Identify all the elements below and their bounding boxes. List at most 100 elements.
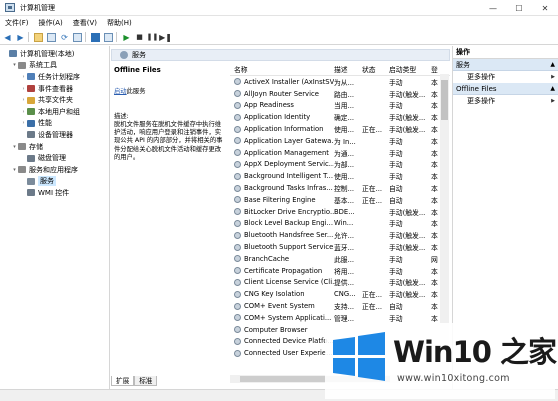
up-folder-icon[interactable] bbox=[33, 32, 44, 43]
service-row[interactable]: Bluetooth Support Service 蓝牙... 手动(触发... 本 bbox=[230, 241, 450, 253]
service-row[interactable]: Bluetooth Handsfree Ser... 允许... 手动(触发... 本 bbox=[230, 229, 450, 241]
menu-file[interactable]: 文件(F) bbox=[0, 16, 34, 30]
service-status: 正在... bbox=[362, 303, 383, 312]
service-description: 使用... bbox=[334, 126, 355, 135]
vertical-scroll-thumb[interactable] bbox=[441, 80, 448, 120]
action-more-actions[interactable]: 更多操作 ▶ bbox=[453, 95, 558, 107]
tree-item[interactable]: › 任务计划程序 bbox=[0, 71, 109, 83]
service-row[interactable]: AppX Deployment Servic... 为部... 手动本 bbox=[230, 159, 450, 171]
tree-item[interactable]: ▾ 服务和应用程序 bbox=[0, 164, 109, 176]
service-row[interactable]: Base Filtering Engine 基本... 正在... 自动本 bbox=[230, 194, 450, 206]
column-startup-type[interactable]: 启动类型 bbox=[389, 64, 431, 74]
service-row[interactable]: Certificate Propagation 将用... 手动本 bbox=[230, 265, 450, 277]
chevron-down-icon[interactable]: ▾ bbox=[11, 167, 18, 173]
service-name: Client License Service (Cli... bbox=[244, 278, 334, 287]
service-description: 提供... bbox=[334, 279, 355, 288]
chevron-right-icon[interactable]: › bbox=[20, 97, 27, 103]
tree-item[interactable]: › 共享文件夹 bbox=[0, 94, 109, 106]
service-row[interactable]: Client License Service (Cli... 提供... 手动(触发… bbox=[230, 277, 450, 289]
start-service-link[interactable]: 启动 bbox=[114, 88, 127, 95]
export-list-icon[interactable] bbox=[72, 32, 83, 43]
service-row[interactable]: BitLocker Drive Encryptio... BDE... 手动(触发.… bbox=[230, 206, 450, 218]
watermark-url: www.win10xitong.com bbox=[397, 373, 510, 384]
service-description: 将用... bbox=[334, 267, 355, 276]
description-text: 脱机文件服务在脱机文件缓存中执行维护活动，响应用户登录和注销事件，实现公共 AP… bbox=[114, 120, 223, 162]
service-row[interactable]: Background Tasks Infras... 控制... 正在... 自动本 bbox=[230, 182, 450, 194]
service-description: 为 In... bbox=[334, 137, 356, 146]
service-row[interactable]: Block Level Backup Engi... Win... 手动本 bbox=[230, 218, 450, 230]
close-button[interactable]: ✕ bbox=[532, 0, 558, 16]
service-name-cell: Connected Device Platfo... bbox=[230, 337, 334, 345]
tree-item[interactable]: › 本地用户和组 bbox=[0, 106, 109, 118]
tree-item[interactable]: 磁盘管理 bbox=[0, 152, 109, 164]
service-row[interactable]: COM+ Event System 支持... 正在... 自动本 bbox=[230, 300, 450, 312]
refresh-icon[interactable]: ⟳ bbox=[59, 32, 70, 43]
stop-service-icon[interactable]: ■ bbox=[134, 32, 145, 43]
service-row[interactable]: ActiveX Installer (AxInstSV) 为从... 手动本 bbox=[230, 76, 450, 88]
service-gear-icon bbox=[234, 90, 241, 98]
chevron-right-icon[interactable]: › bbox=[20, 74, 27, 80]
actions-section-offline-files[interactable]: Offline Files ▲ bbox=[453, 83, 558, 95]
service-row[interactable]: COM+ System Applicati... 管理... 手动本 bbox=[230, 312, 450, 324]
forward-arrow-icon[interactable]: ▶ bbox=[15, 32, 26, 43]
service-startup-type: 手动 bbox=[389, 267, 403, 276]
service-row[interactable]: AllJoyn Router Service 路由... 手动(触发... 本 bbox=[230, 88, 450, 100]
help-icon[interactable] bbox=[90, 32, 101, 43]
service-row[interactable]: App Readiness 当用... 手动本 bbox=[230, 100, 450, 112]
column-description[interactable]: 描述 bbox=[334, 64, 362, 74]
tab-standard[interactable]: 标准 bbox=[134, 376, 158, 386]
service-row[interactable]: Application Management 为通... 手动本 bbox=[230, 147, 450, 159]
tree-node-icon bbox=[27, 177, 35, 185]
menu-help[interactable]: 帮助(H) bbox=[102, 16, 137, 30]
service-gear-icon bbox=[234, 290, 241, 298]
tree-item[interactable]: › 性能 bbox=[0, 118, 109, 130]
column-name[interactable]: 名称 bbox=[230, 64, 334, 74]
service-row[interactable]: Application Layer Gatewa... 为 In... 手动本 bbox=[230, 135, 450, 147]
tab-extended[interactable]: 扩展 bbox=[111, 376, 135, 386]
service-startup-type: 手动 bbox=[389, 78, 403, 87]
minimize-button[interactable]: — bbox=[480, 0, 506, 16]
restart-service-icon[interactable]: ▶❚ bbox=[159, 32, 172, 43]
actions-section-services[interactable]: 服务 ▲ bbox=[453, 59, 558, 71]
tree-item[interactable]: › 事件查看器 bbox=[0, 83, 109, 95]
service-name: AppX Deployment Servic... bbox=[244, 160, 334, 169]
service-status: 正在... bbox=[362, 291, 383, 300]
tree-node-icon bbox=[18, 143, 26, 151]
action-more-actions[interactable]: 更多操作 ▶ bbox=[453, 71, 558, 83]
start-service-icon[interactable]: ▶ bbox=[121, 32, 132, 43]
service-row[interactable]: Application Information 使用... 正在... 手动(触发..… bbox=[230, 123, 450, 135]
view-tabs: 扩展 标准 bbox=[111, 376, 158, 387]
properties-icon[interactable] bbox=[103, 32, 114, 43]
chevron-down-icon[interactable]: ▾ bbox=[11, 62, 18, 68]
chevron-right-icon[interactable]: › bbox=[20, 86, 27, 92]
service-startup-type: 手动 bbox=[389, 255, 403, 264]
tree-item[interactable]: ▾ 存储 bbox=[0, 141, 109, 153]
column-status[interactable]: 状态 bbox=[362, 64, 389, 74]
service-row[interactable]: Application Identity 确定... 手动(触发... 本 bbox=[230, 111, 450, 123]
tree-item[interactable]: WMI 控件 bbox=[0, 187, 109, 199]
service-description-panel: Offline Files 启动此服务 描述: 脱机文件服务在脱机文件缓存中执行… bbox=[114, 66, 226, 366]
menu-view[interactable]: 查看(V) bbox=[68, 16, 102, 30]
chevron-right-icon[interactable]: › bbox=[20, 109, 27, 115]
service-name-cell: BranchCache bbox=[230, 255, 334, 263]
service-description: 管理... bbox=[334, 314, 355, 323]
tree-item[interactable]: ▾ 系统工具 bbox=[0, 60, 109, 72]
service-name-cell: Block Level Backup Engi... bbox=[230, 219, 334, 227]
chevron-down-icon[interactable]: ▾ bbox=[11, 144, 18, 150]
service-row[interactable]: CNG Key Isolation CNG... 正在... 手动(触发... 本 bbox=[230, 288, 450, 300]
service-name: Certificate Propagation bbox=[244, 266, 323, 275]
show-hide-tree-icon[interactable] bbox=[46, 32, 57, 43]
back-arrow-icon[interactable]: ◀ bbox=[2, 32, 13, 43]
tree-item[interactable]: 设备管理器 bbox=[0, 129, 109, 141]
menu-action[interactable]: 操作(A) bbox=[34, 16, 68, 30]
maximize-button[interactable]: ☐ bbox=[506, 0, 532, 16]
service-startup-type: 自动 bbox=[389, 196, 403, 205]
tree-item-label: 事件查看器 bbox=[38, 84, 73, 93]
chevron-right-icon[interactable]: › bbox=[20, 120, 27, 126]
tree-item[interactable]: 计算机管理(本地) bbox=[0, 48, 109, 60]
column-logon[interactable]: 登 bbox=[431, 64, 443, 74]
service-row[interactable]: Background Intelligent T... 使用... 手动本 bbox=[230, 170, 450, 182]
service-row[interactable]: BranchCache 此服... 手动网 bbox=[230, 253, 450, 265]
tree-item[interactable]: 服务 bbox=[0, 176, 109, 188]
pause-service-icon[interactable]: ❚❚ bbox=[147, 32, 159, 43]
